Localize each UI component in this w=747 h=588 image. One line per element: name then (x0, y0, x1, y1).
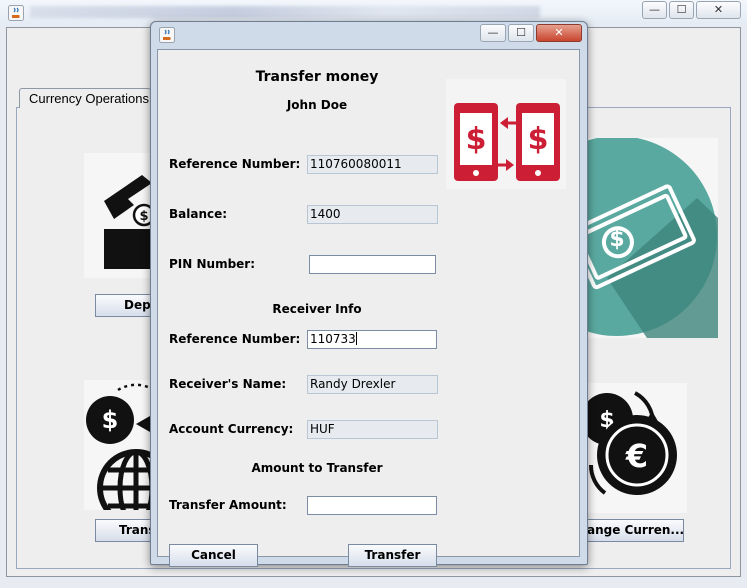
svg-text:$: $ (609, 227, 624, 252)
java-app-icon (8, 5, 24, 21)
dialog-minimize-button[interactable]: — (480, 24, 506, 42)
dialog-content: Transfer money John Doe $ $ Reference Nu… (157, 49, 580, 567)
svg-text:€: € (625, 437, 648, 475)
dialog-close-button[interactable]: ✕ (536, 24, 582, 42)
svg-text:$: $ (102, 406, 119, 434)
close-icon: ✕ (713, 3, 724, 16)
maximize-icon: ☐ (676, 3, 687, 16)
transfer-button[interactable]: Transfer (348, 544, 437, 567)
maximize-button[interactable]: ☐ (669, 1, 694, 19)
reference-number-field: 110760080011 (307, 155, 438, 174)
dialog-maximize-button[interactable]: ☐ (508, 24, 534, 42)
close-icon: ✕ (554, 26, 564, 39)
svg-text:$: $ (528, 122, 549, 157)
minimize-icon: — (649, 3, 660, 16)
pin-input[interactable] (309, 255, 436, 274)
transfer-amount-input[interactable] (307, 496, 437, 515)
amount-section-title: Amount to Transfer (251, 461, 383, 475)
account-currency-field: HUF (307, 420, 438, 439)
money-circle-icon: $ (587, 138, 718, 338)
pin-label: PIN Number: (169, 257, 256, 271)
tab-currency-operations[interactable]: Currency Operations (19, 88, 151, 108)
transfer-globe-icon: $ (84, 380, 154, 510)
minimize-button[interactable]: — (642, 1, 667, 19)
svg-text:$: $ (466, 122, 487, 157)
receiver-reference-label: Reference Number: (169, 332, 301, 346)
cancel-button[interactable]: Cancel (169, 544, 258, 567)
java-app-icon (159, 27, 175, 43)
account-currency-label: Account Currency: (169, 422, 294, 436)
svg-text:$: $ (139, 209, 148, 224)
close-button[interactable]: ✕ (696, 1, 741, 19)
dialog-title: Transfer money (255, 69, 379, 85)
transfer-amount-label: Transfer Amount: (169, 498, 287, 512)
phone-transfer-icon: $ $ (446, 79, 566, 189)
balance-field: 1400 (307, 205, 438, 224)
text-caret (355, 332, 357, 345)
receiver-name-label: Receiver's Name: (169, 377, 287, 391)
main-title-text (30, 6, 540, 18)
deposit-icon: $ (84, 153, 154, 278)
receiver-info-title: Receiver Info (272, 302, 362, 316)
change-currency-button[interactable]: ange Curren... (580, 519, 684, 542)
reference-number-label: Reference Number: (169, 157, 301, 171)
transfer-button-main[interactable]: Trans (95, 519, 155, 542)
receiver-reference-input[interactable]: 110733 (307, 330, 437, 349)
user-name: John Doe (286, 98, 348, 112)
transfer-money-dialog: — ☐ ✕ Transfer money John Doe $ $ Refere… (150, 21, 588, 567)
maximize-icon: ☐ (516, 26, 526, 39)
minimize-icon: — (487, 26, 499, 39)
receiver-name-field: Randy Drexler (307, 375, 438, 394)
receiver-reference-value: 110733 (310, 332, 356, 346)
currency-exchange-icon: $ € (587, 383, 687, 513)
balance-label: Balance: (169, 207, 228, 221)
deposit-button[interactable]: Depo (95, 294, 155, 317)
